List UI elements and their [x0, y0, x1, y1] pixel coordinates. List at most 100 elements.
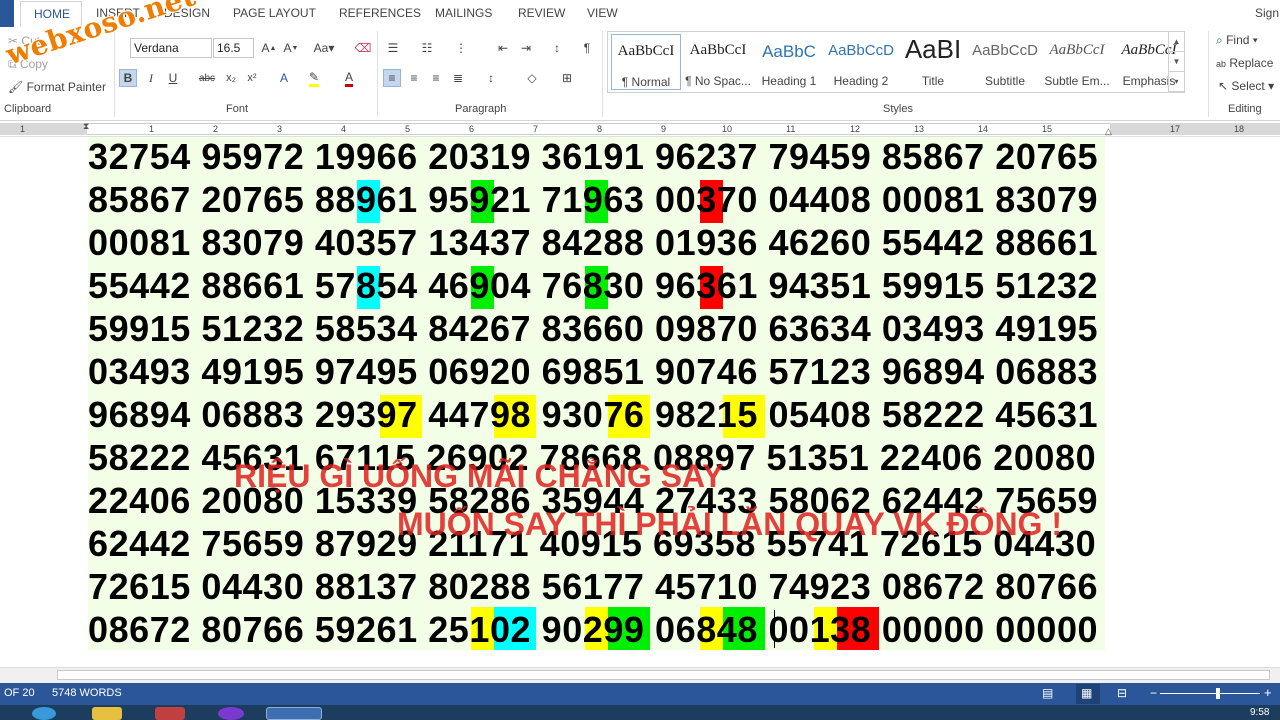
font-color-icon[interactable]: A	[340, 69, 358, 87]
browser-icon[interactable]	[218, 707, 244, 720]
format-painter-label: Format Painter	[26, 80, 106, 94]
bullets-icon[interactable]: ☰	[384, 39, 402, 57]
italic-icon[interactable]: I	[142, 69, 160, 87]
ruler-tick-label: 17	[1170, 124, 1181, 134]
scrollbar-thumb[interactable]	[57, 670, 1270, 680]
style-subtitle[interactable]: AaBbCcD Subtitle	[970, 34, 1040, 90]
tab-mailings[interactable]: MAILINGS	[435, 6, 492, 20]
file-tab[interactable]	[0, 0, 14, 27]
group-divider	[377, 31, 378, 117]
more-styles-icon[interactable]: ▾	[1169, 72, 1184, 92]
replace-label: Replace	[1229, 56, 1274, 70]
style-preview: AaBbCcD	[828, 42, 894, 59]
align-center-icon[interactable]: ≡	[405, 69, 423, 87]
line-spacing-icon[interactable]: ↕	[482, 69, 500, 87]
word-count[interactable]: 5748 WORDS	[52, 687, 122, 699]
bold-icon[interactable]: B	[119, 69, 137, 87]
system-clock[interactable]: 9:58	[1250, 707, 1269, 718]
style-heading-2[interactable]: AaBbCcD Heading 2	[826, 34, 896, 90]
tab-review[interactable]: REVIEW	[518, 6, 565, 20]
multilevel-list-icon[interactable]: ⋮	[452, 39, 470, 57]
right-indent-marker-icon[interactable]: △	[1105, 126, 1112, 137]
show-formatting-icon[interactable]: ¶	[578, 39, 596, 57]
style-subtle-emphasis[interactable]: AaBbCcI Subtle Em...	[1042, 34, 1112, 90]
text-effects-icon[interactable]: A	[275, 69, 293, 87]
zoom-slider-thumb[interactable]	[1216, 688, 1220, 699]
sign-in-link[interactable]: Sign	[1255, 6, 1279, 20]
zoom-out-icon[interactable]: −	[1150, 686, 1157, 700]
ribbon: ✂ Cut ⧉ Copy 🖌 Format Painter Clipboard …	[0, 27, 1280, 121]
change-case-icon[interactable]: Aa▾	[311, 39, 337, 57]
word-taskbar-icon[interactable]	[266, 707, 322, 720]
shading-icon[interactable]: ◇	[523, 69, 541, 87]
style-name: Heading 2	[833, 74, 889, 88]
ruler-tick-label: 4	[341, 124, 347, 134]
justify-icon[interactable]: ≣	[449, 69, 467, 87]
align-left-icon[interactable]: ≡	[383, 69, 401, 87]
borders-icon[interactable]: ⊞	[558, 69, 576, 87]
strikethrough-icon[interactable]: abc	[198, 69, 216, 87]
style-preview: AaBI	[904, 34, 962, 64]
ruler-tick-label: 3	[277, 124, 283, 134]
number-row: 08672 80766 59261 25102 90299 06848 0013…	[88, 609, 1099, 650]
style-heading-1[interactable]: AaBbC Heading 1	[754, 34, 824, 90]
horizontal-ruler[interactable]: 1 1 2 3 4 5 6 7 8 9 10 11 12 13 14 15 17…	[0, 121, 1280, 137]
replace-icon: ab	[1216, 59, 1227, 69]
text-cursor	[774, 610, 775, 648]
start-button-icon[interactable]	[32, 707, 56, 720]
grow-font-icon[interactable]: A ▲	[260, 39, 278, 57]
replace-button[interactable]: ab Replace	[1216, 56, 1273, 70]
style-title[interactable]: AaBI Title	[898, 34, 968, 90]
chevron-up-icon[interactable]: ▲	[1169, 32, 1184, 52]
font-size-dropdown[interactable]: 16.5	[213, 38, 254, 58]
number-row: 55442 88661 57854 46904 76830 96361 9435…	[88, 265, 1099, 306]
style-preview: AaBbCcI	[617, 43, 675, 59]
decrease-indent-icon[interactable]: ⇤	[494, 39, 512, 57]
editing-group-label: Editing	[1228, 103, 1262, 115]
tab-view[interactable]: VIEW	[587, 6, 618, 20]
read-mode-icon[interactable]: ▤	[1042, 686, 1053, 700]
indent-marker-icon[interactable]: ⧗	[83, 121, 89, 132]
tab-references[interactable]: REFERENCES	[339, 6, 421, 20]
subscript-icon[interactable]: x₂	[222, 69, 240, 87]
clear-formatting-icon[interactable]: ⌫	[354, 39, 372, 57]
document-page[interactable]: 32754 95972 19966 20319 36191 96237 7945…	[0, 137, 1280, 667]
number-row: 03493 49195 97495 06920 69851 90746 5712…	[88, 351, 1099, 392]
format-painter-button[interactable]: 🖌 Format Painter	[8, 80, 106, 94]
app-icon[interactable]	[155, 707, 185, 720]
horizontal-scrollbar[interactable]	[0, 667, 1280, 683]
font-name-dropdown[interactable]: Verdana	[130, 38, 212, 58]
style-preview: AaBbCcI	[689, 42, 747, 58]
page-count[interactable]: OF 20	[4, 687, 35, 699]
ruler-tick-label: 1	[20, 124, 26, 134]
underline-icon[interactable]: U	[164, 69, 182, 87]
ruler-tick-label: 11	[786, 124, 796, 134]
number-row: 72615 04430 88137 80288 56177 45710 7492…	[88, 566, 1099, 607]
increase-indent-icon[interactable]: ⇥	[517, 39, 535, 57]
styles-gallery-scroll[interactable]: ▲ ▼ ▾	[1168, 32, 1184, 92]
select-cursor-icon: ↖	[1218, 79, 1229, 93]
style-name: Subtitle	[984, 74, 1026, 88]
numbering-icon[interactable]: ☷	[418, 39, 436, 57]
clipboard-group-label: Clipboard	[4, 103, 52, 115]
zoom-slider[interactable]	[1160, 693, 1260, 694]
find-button[interactable]: ⌕ Find ▾	[1216, 33, 1258, 48]
align-right-icon[interactable]: ≡	[427, 69, 445, 87]
ruler-left-margin	[0, 123, 87, 135]
highlight-color-icon[interactable]: ✎	[305, 69, 323, 87]
superscript-icon[interactable]: x²	[243, 69, 261, 87]
file-explorer-icon[interactable]	[92, 707, 122, 720]
style-normal[interactable]: AaBbCcI ¶ Normal	[611, 34, 681, 90]
web-layout-icon[interactable]: ⊟	[1117, 686, 1127, 700]
chevron-down-icon[interactable]: ▼	[1169, 52, 1184, 72]
group-divider	[602, 31, 603, 117]
select-button[interactable]: ↖ Select ▾	[1218, 79, 1274, 93]
style-no-spacing[interactable]: AaBbCcI ¶ No Spac...	[683, 34, 753, 90]
tab-page-layout[interactable]: PAGE LAYOUT	[233, 6, 316, 20]
sort-icon[interactable]: ↕	[548, 39, 566, 57]
styles-gallery: AaBbCcI ¶ Normal AaBbCcI ¶ No Spac... AaBb…	[607, 31, 1185, 93]
select-label: Select	[1231, 79, 1265, 93]
zoom-in-icon[interactable]: +	[1264, 685, 1272, 700]
style-name: Subtle Em...	[1044, 74, 1110, 88]
shrink-font-icon[interactable]: A ▼	[282, 39, 300, 57]
